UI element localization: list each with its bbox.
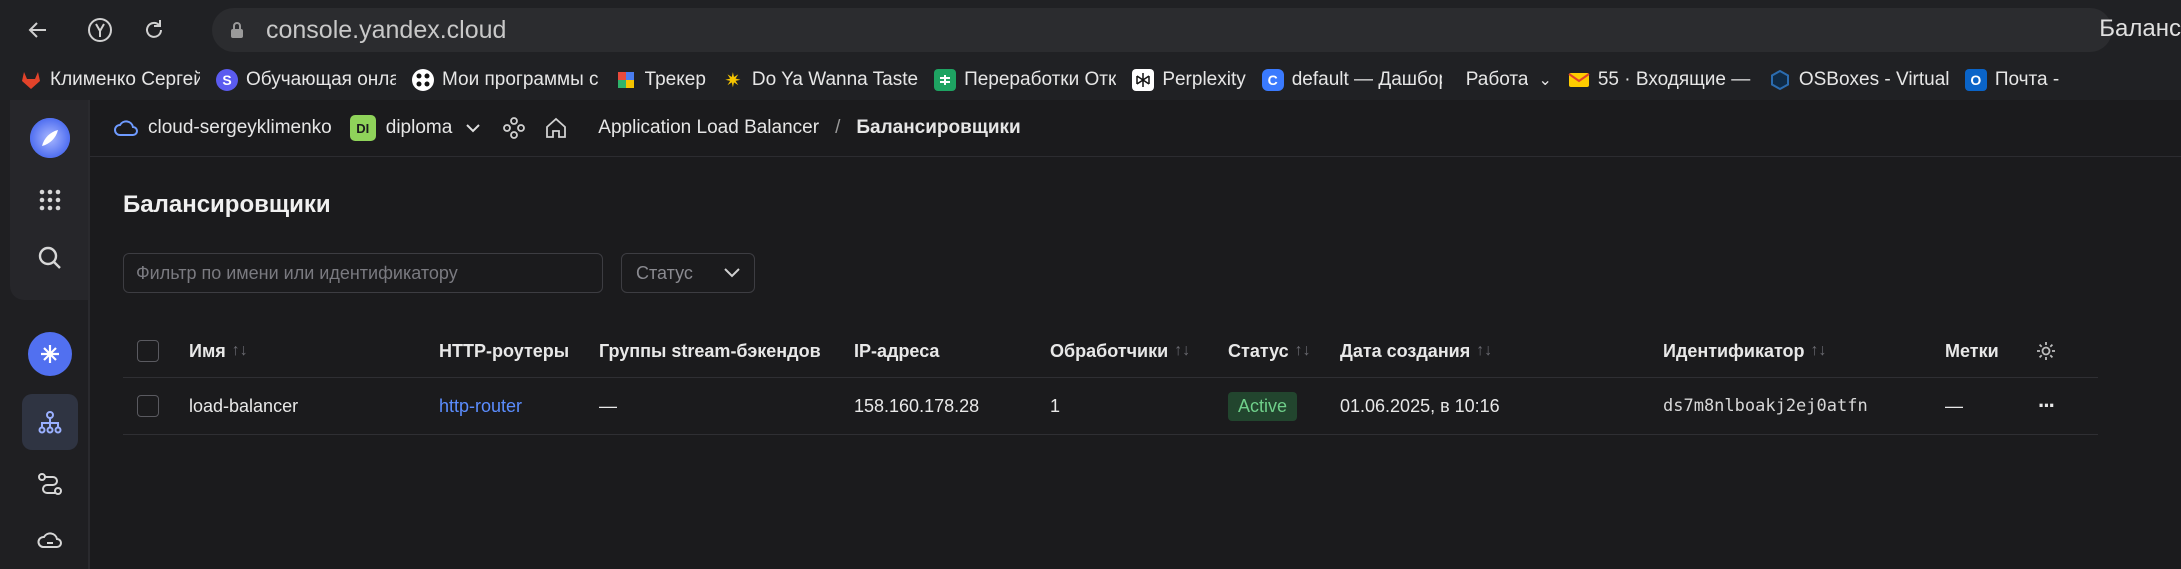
bookmark-programs[interactable]: Мои программы с — [406, 60, 609, 100]
status-filter-label: Статус — [636, 262, 693, 283]
cloud-icon — [114, 119, 138, 137]
cell-handlers: 1 — [1050, 395, 1061, 416]
browser-toolbar: console.yandex.cloud Баланс — [0, 0, 2181, 60]
breadcrumb: Application Load Balancer / Балансировщи… — [598, 117, 1020, 139]
search-icon[interactable] — [26, 234, 74, 282]
sort-icon: ↑↓ — [1476, 342, 1493, 359]
status-filter-select[interactable]: Статус — [621, 253, 755, 293]
bookmark-osboxes[interactable]: OSBoxes - Virtual — [1763, 60, 1959, 100]
cell-name[interactable]: load-balancer — [189, 378, 298, 434]
row-checkbox[interactable] — [137, 378, 159, 434]
select-all-checkbox[interactable] — [137, 325, 159, 377]
main-content: Балансировщики Статус Имя↑↓ HTTP-роутеры… — [90, 157, 2181, 569]
cloud-name: cloud-sergeyklimenko — [148, 117, 332, 138]
backend-groups-nav-icon[interactable] — [26, 516, 74, 564]
column-header-stream-groups: Группы stream-бэкендов — [599, 340, 821, 361]
column-header-created[interactable]: Дата создания ↑↓ — [1340, 325, 1492, 377]
cell-http-router-link[interactable]: http-router — [439, 378, 522, 434]
sun-icon: ✷ — [724, 69, 742, 92]
sheets-icon — [934, 69, 957, 91]
cell-stream-groups: — — [599, 395, 617, 416]
bookmark-mail[interactable]: 55 · Входящие — Я — [1562, 60, 1763, 100]
chevron-down-icon — [724, 268, 740, 278]
services-icon[interactable] — [502, 116, 526, 140]
sort-icon: ↑↓ — [1294, 342, 1311, 359]
back-icon[interactable] — [18, 10, 58, 50]
browser-tab-title: Баланс — [2099, 15, 2181, 42]
apps-grid-icon[interactable] — [26, 176, 74, 224]
bookmark-folder-work[interactable]: Работа ⌄ — [1460, 60, 1562, 100]
column-header-status[interactable]: Статус ↑↓ — [1228, 325, 1311, 377]
bookmark-overtime[interactable]: Переработки Отк — [928, 60, 1126, 100]
s-icon: S — [216, 69, 238, 91]
home-icon[interactable] — [544, 116, 568, 140]
perplexity-icon — [1132, 69, 1155, 91]
column-header-http-routers: HTTP-роутеры — [439, 340, 570, 361]
breadcrumb-separator: / — [835, 117, 841, 138]
status-badge: Active — [1228, 378, 1298, 434]
osboxes-icon — [1769, 69, 1791, 91]
table-row[interactable]: load-balancer http-router — 158.160.178.… — [123, 378, 2098, 435]
page-title: Балансировщики — [123, 191, 331, 218]
yandex-browser-icon[interactable] — [80, 10, 120, 50]
search-input[interactable] — [123, 253, 603, 293]
reload-icon[interactable] — [134, 10, 174, 50]
cell-id: ds7m8nlboakj2ej0atfn — [1663, 396, 1868, 416]
folder-selector[interactable]: DI diploma — [349, 115, 481, 141]
bookmarks-bar: Клименко Сергей S Обучающая онла Мои про… — [0, 60, 2181, 101]
column-header-labels: Метки — [1945, 340, 1999, 361]
column-header-handlers[interactable]: Обработчики ↑↓ — [1050, 325, 1190, 377]
left-rail — [0, 100, 90, 569]
table-settings-gear-icon[interactable] — [2035, 325, 2057, 377]
sort-icon: ↑↓ — [1810, 342, 1827, 359]
bookmark-tracker[interactable]: Трекер — [609, 60, 716, 100]
address-bar[interactable]: console.yandex.cloud — [212, 8, 2112, 52]
bookmark-gitlab[interactable]: Клименко Сергей — [14, 60, 210, 100]
folder-badge: DI — [349, 115, 376, 141]
console-header: cloud-sergeyklimenko DI diploma Applicat… — [90, 100, 2181, 157]
grid-icon — [412, 69, 434, 91]
gitlab-icon — [20, 69, 42, 91]
table-header-row: Имя ↑↓ HTTP-роутеры Группы stream-бэкендо… — [123, 325, 2098, 378]
mail-icon — [1568, 69, 1590, 91]
folder-name: diploma — [385, 117, 453, 138]
sort-icon: ↑↓ — [1174, 342, 1191, 359]
bookmark-course[interactable]: S Обучающая онла — [210, 60, 406, 100]
breadcrumb-service[interactable]: Application Load Balancer — [598, 117, 819, 139]
status-badge-label: Active — [1228, 391, 1298, 421]
load-balancers-nav-icon[interactable] — [22, 394, 78, 450]
cell-ip: 158.160.178.28 — [854, 395, 980, 416]
tracker-icon — [615, 69, 637, 91]
url-text: console.yandex.cloud — [266, 15, 507, 44]
cloud-selector[interactable]: cloud-sergeyklimenko — [114, 117, 332, 139]
bookmark-outlook[interactable]: O Почта - — [1959, 60, 2069, 100]
bookmark-perplexity[interactable]: Perplexity — [1126, 60, 1255, 100]
cell-created: 01.06.2025, в 10:16 — [1340, 395, 1500, 416]
chevron-down-icon — [466, 123, 481, 133]
yandex-cloud-logo-icon[interactable] — [26, 114, 74, 162]
http-routers-nav-icon[interactable] — [26, 460, 74, 508]
bookmark-dashboard[interactable]: C default — Дашбор — [1256, 60, 1452, 100]
sort-icon: ↑↓ — [231, 342, 248, 359]
cell-labels: — — [1945, 395, 1963, 416]
lock-icon — [230, 21, 244, 39]
load-balancers-table: Имя ↑↓ HTTP-роутеры Группы stream-бэкендо… — [123, 325, 2098, 435]
bookmark-do-ya-wanna-taste[interactable]: ✷ Do Ya Wanna Taste — [716, 60, 928, 100]
row-actions-menu-icon[interactable]: ··· — [2038, 378, 2056, 434]
column-header-id[interactable]: Идентификатор ↑↓ — [1663, 325, 1827, 377]
outlook-icon: O — [1964, 69, 1987, 91]
column-header-name[interactable]: Имя ↑↓ — [189, 325, 248, 377]
c-icon: C — [1261, 69, 1284, 91]
breadcrumb-current: Балансировщики — [856, 117, 1021, 138]
alb-service-icon[interactable] — [26, 330, 74, 378]
chevron-down-icon: ⌄ — [1538, 72, 1552, 89]
column-header-ip: IP-адреса — [854, 340, 940, 361]
